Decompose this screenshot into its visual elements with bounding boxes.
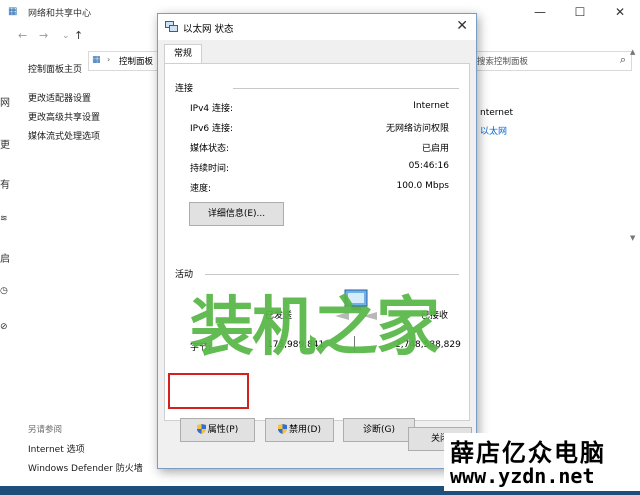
ipv6-label: IPv6 连接:: [190, 124, 234, 134]
edge-icon: ◷: [0, 286, 8, 296]
up-arrow-icon[interactable]: ↑: [74, 29, 83, 42]
watermark-text: 装机之家: [190, 291, 440, 365]
properties-label: 属性(P): [207, 425, 239, 435]
speed-label: 速度:: [190, 184, 212, 194]
watermark-badge-title: 薛店亿众电脑: [450, 438, 606, 467]
group-divider: [233, 88, 459, 89]
search-input[interactable]: 搜索控制面板 ⌕: [470, 51, 632, 71]
highlight-box: [168, 373, 249, 409]
edge-text: 有: [0, 180, 10, 191]
shield-icon: [278, 424, 288, 434]
media-state-value: 已启用: [421, 144, 449, 154]
network-icon: ▦: [8, 6, 18, 17]
breadcrumb-chevron-icon: ›: [107, 55, 111, 64]
forward-arrow-icon[interactable]: →: [39, 29, 48, 42]
duration-value: 05:46:16: [408, 161, 449, 171]
scroll-down-icon[interactable]: ▼: [630, 234, 635, 242]
media-state-label: 媒体状态:: [190, 144, 230, 154]
watermark-badge-url: www.yzdn.net: [450, 464, 595, 488]
diagnose-button[interactable]: 诊断(G): [343, 418, 415, 442]
disable-button[interactable]: 禁用(D): [265, 418, 334, 442]
scrollbar[interactable]: ▲ ▼: [628, 48, 640, 468]
maximize-button[interactable]: ☐: [560, 0, 600, 24]
properties-button[interactable]: 属性(P): [180, 418, 255, 442]
duration-label: 持续时间:: [190, 164, 230, 174]
disable-label: 禁用(D): [289, 425, 321, 435]
watermark-badge: 薛店亿众电脑 www.yzdn.net: [444, 433, 640, 491]
speed-value: 100.0 Mbps: [396, 181, 449, 191]
sidebar-link-media[interactable]: 媒体流式处理选项: [28, 129, 100, 142]
close-icon[interactable]: ✕: [456, 18, 468, 34]
sidebar-link-adapter[interactable]: 更改适配器设置: [28, 91, 91, 104]
dialog-titlebar: 以太网 状态 ✕: [158, 14, 476, 40]
edge-icon: ⊘: [0, 322, 8, 332]
sidebar-link-sharing[interactable]: 更改高级共享设置: [28, 110, 100, 123]
dialog-title: 以太网 状态: [183, 24, 234, 35]
ipv4-value: Internet: [413, 101, 449, 111]
shield-icon: [196, 424, 206, 434]
connection-group-label: 连接: [175, 84, 194, 94]
back-arrow-icon[interactable]: ←: [18, 29, 27, 42]
edge-icon: ≋: [0, 214, 8, 224]
details-button[interactable]: 详细信息(E)...: [189, 202, 284, 226]
control-panel-icon: ▦: [92, 55, 101, 65]
see-also-internet-options[interactable]: Internet 选项: [28, 442, 85, 455]
close-window-button[interactable]: ✕: [600, 0, 640, 24]
ipv4-label: IPv4 连接:: [190, 104, 234, 114]
edge-text: 启: [0, 254, 10, 265]
see-also-heading: 另请参阅: [28, 425, 63, 435]
group-divider: [205, 274, 459, 275]
ipv6-value: 无网络访问权限: [385, 124, 449, 134]
access-type-value: nternet: [480, 108, 514, 118]
tab-general[interactable]: 常规: [164, 44, 202, 64]
edge-text: 更: [0, 140, 10, 151]
dropdown-chevron-icon[interactable]: ⌄: [62, 31, 70, 41]
search-placeholder: 搜索控制面板: [477, 57, 529, 67]
sidebar-link-home[interactable]: 控制面板主页: [28, 62, 82, 75]
ethernet-link[interactable]: 以太网: [480, 124, 507, 137]
minimize-button[interactable]: —: [520, 0, 560, 24]
network-adapter-icon: [165, 21, 178, 32]
window-title: 网络和共享中心: [28, 9, 92, 19]
breadcrumb[interactable]: 控制面板: [119, 55, 153, 67]
edge-text: 网: [0, 98, 10, 109]
see-also-firewall[interactable]: Windows Defender 防火墙: [28, 461, 143, 474]
search-icon: ⌕: [619, 53, 626, 66]
scroll-up-icon[interactable]: ▲: [630, 48, 635, 56]
